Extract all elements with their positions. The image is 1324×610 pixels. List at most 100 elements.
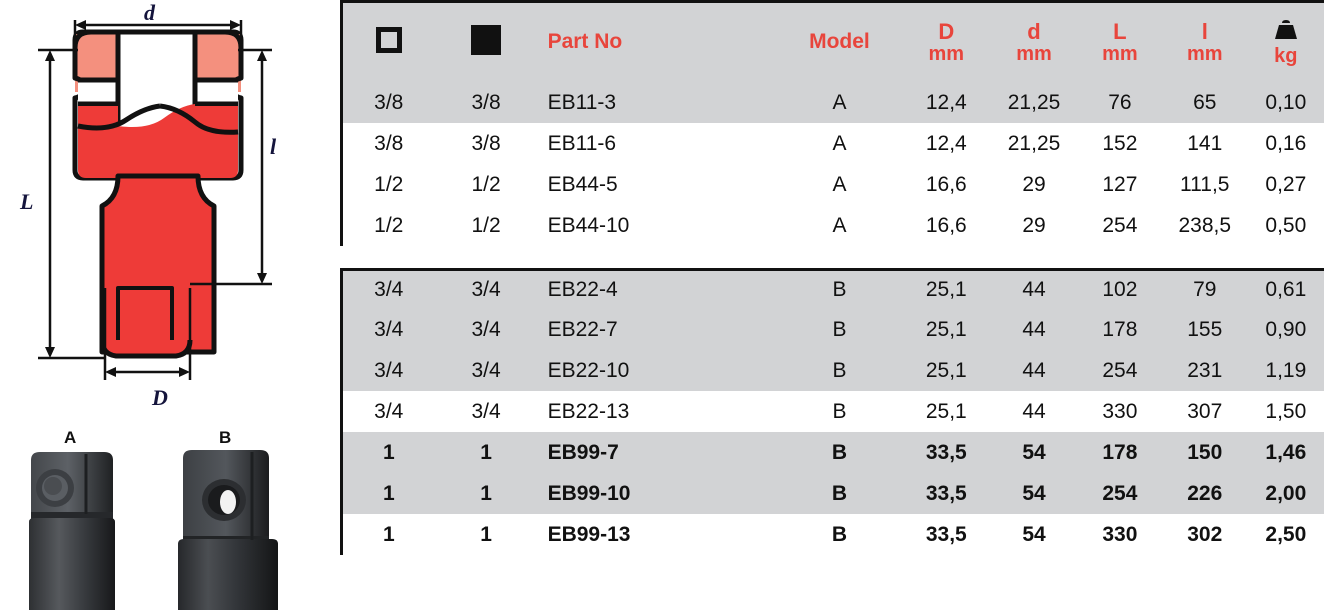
cell-model: A — [777, 91, 903, 115]
cell-part-no: EB44-10 — [538, 214, 777, 238]
weight-icon — [1271, 19, 1301, 41]
cell-weight: 0,61 — [1248, 278, 1324, 302]
cell-l: 238,5 — [1162, 214, 1248, 238]
cell-model: B — [777, 482, 903, 506]
model-a-photo — [29, 452, 115, 610]
cell-L: 254 — [1078, 359, 1162, 383]
header-L-unit: mm — [1078, 44, 1162, 65]
cell-part-no: EB22-4 — [538, 278, 777, 302]
cell-L: 152 — [1078, 132, 1162, 156]
cell-weight: 2,50 — [1248, 523, 1324, 547]
cell-female-drive: 3/4 — [343, 400, 435, 424]
cell-D: 12,4 — [902, 91, 990, 115]
cell-l: 302 — [1162, 523, 1248, 547]
cell-d: 44 — [990, 400, 1078, 424]
cell-male-drive: 3/4 — [435, 400, 538, 424]
cell-weight: 1,19 — [1248, 359, 1324, 383]
dimension-label-D-bottom: D — [152, 385, 168, 411]
cell-D: 33,5 — [902, 523, 990, 547]
header-L-symbol: L — [1078, 20, 1162, 43]
dimension-label-L-left: L — [20, 189, 33, 215]
header-l: l mm — [1162, 20, 1248, 64]
cell-part-no: EB22-7 — [538, 318, 777, 342]
cell-l: 155 — [1162, 318, 1248, 342]
table-row[interactable]: 3/43/4EB22-10B25,1442542311,19 — [340, 350, 1324, 391]
cell-weight: 2,00 — [1248, 482, 1324, 506]
cell-male-drive: 1/2 — [435, 214, 538, 238]
cell-female-drive: 1 — [343, 523, 435, 547]
header-D-unit: mm — [902, 44, 990, 65]
cell-l: 226 — [1162, 482, 1248, 506]
table-row[interactable]: 11EB99-7B33,5541781501,46 — [340, 432, 1324, 473]
cell-d: 44 — [990, 278, 1078, 302]
cell-female-drive: 3/4 — [343, 318, 435, 342]
cell-D: 25,1 — [902, 318, 990, 342]
cell-l: 79 — [1162, 278, 1248, 302]
table-row[interactable]: 3/43/4EB22-4B25,144102790,61 — [340, 268, 1324, 309]
cell-model: B — [777, 318, 903, 342]
square-outline-icon — [376, 27, 402, 53]
cell-l: 141 — [1162, 132, 1248, 156]
table-row[interactable]: 1/21/2EB44-10A16,629254238,50,50 — [340, 205, 1324, 246]
header-d-symbol: d — [990, 20, 1078, 43]
cell-female-drive: 3/8 — [343, 132, 435, 156]
cell-weight: 1,50 — [1248, 400, 1324, 424]
cell-male-drive: 1 — [435, 441, 538, 465]
cell-L: 178 — [1078, 441, 1162, 465]
cell-L: 102 — [1078, 278, 1162, 302]
table-row[interactable]: 11EB99-13B33,5543303022,50 — [340, 514, 1324, 555]
header-model: Model — [777, 31, 903, 53]
cell-part-no: EB11-6 — [538, 132, 777, 156]
cell-L: 127 — [1078, 173, 1162, 197]
cell-L: 330 — [1078, 523, 1162, 547]
header-male-drive — [435, 25, 538, 60]
cell-weight: 0,90 — [1248, 318, 1324, 342]
header-d: d mm — [990, 20, 1078, 64]
cell-weight: 0,50 — [1248, 214, 1324, 238]
header-l-unit: mm — [1162, 44, 1248, 65]
cell-d: 21,25 — [990, 132, 1078, 156]
table-row[interactable]: 3/83/8EB11-3A12,421,2576650,10 — [340, 82, 1324, 123]
socket-cross-section-drawing — [0, 0, 336, 412]
cell-weight: 0,27 — [1248, 173, 1324, 197]
cell-male-drive: 3/4 — [435, 318, 538, 342]
table-row[interactable]: 3/43/4EB22-7B25,1441781550,90 — [340, 309, 1324, 350]
cell-model: A — [777, 132, 903, 156]
cell-weight: 0,10 — [1248, 91, 1324, 115]
header-weight: kg — [1248, 19, 1324, 67]
specification-table: Part No Model D mm d mm L mm l mm kg — [340, 0, 1324, 610]
cell-model: A — [777, 173, 903, 197]
cell-D: 16,6 — [902, 173, 990, 197]
cell-model: B — [777, 359, 903, 383]
cell-part-no: EB22-10 — [538, 359, 777, 383]
cell-d: 54 — [990, 523, 1078, 547]
cell-model: B — [777, 441, 903, 465]
cell-part-no: EB99-13 — [538, 523, 777, 547]
product-illustration-panel: d L l D A B — [0, 0, 336, 610]
square-filled-icon — [471, 25, 501, 55]
cell-female-drive: 3/4 — [343, 359, 435, 383]
cell-female-drive: 1 — [343, 482, 435, 506]
table-row[interactable]: 3/83/8EB11-6A12,421,251521410,16 — [340, 123, 1324, 164]
product-photos — [0, 424, 336, 610]
table-row[interactable]: 1/21/2EB44-5A16,629127111,50,27 — [340, 164, 1324, 205]
table-row[interactable]: 3/43/4EB22-13B25,1443303071,50 — [340, 391, 1324, 432]
dimension-label-d-top: d — [144, 0, 155, 26]
cell-D: 33,5 — [902, 441, 990, 465]
cell-part-no: EB22-13 — [538, 400, 777, 424]
cell-model: B — [777, 278, 903, 302]
cell-l: 307 — [1162, 400, 1248, 424]
cell-part-no: EB11-3 — [538, 91, 777, 115]
cell-male-drive: 3/4 — [435, 278, 538, 302]
header-l-symbol: l — [1162, 20, 1248, 43]
table-group: 3/83/8EB11-3A12,421,2576650,103/83/8EB11… — [340, 82, 1324, 246]
cell-d: 54 — [990, 482, 1078, 506]
cell-D: 25,1 — [902, 278, 990, 302]
table-row[interactable]: 11EB99-10B33,5542542262,00 — [340, 473, 1324, 514]
cell-L: 178 — [1078, 318, 1162, 342]
cell-part-no: EB44-5 — [538, 173, 777, 197]
cell-female-drive: 1/2 — [343, 173, 435, 197]
cell-male-drive: 1 — [435, 523, 538, 547]
cell-model: A — [777, 214, 903, 238]
model-b-photo — [178, 450, 278, 610]
